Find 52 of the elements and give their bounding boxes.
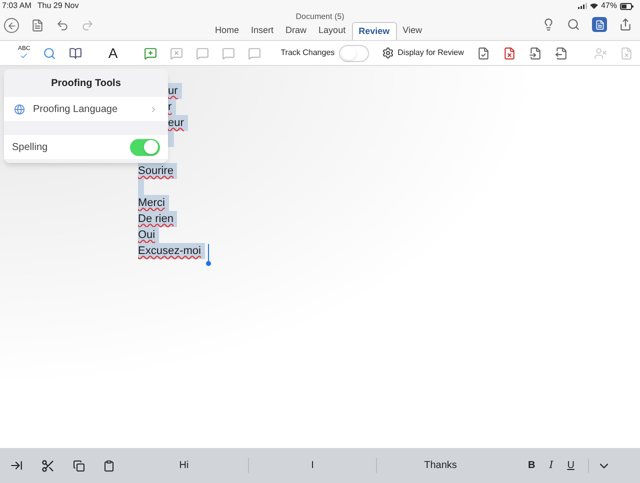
ribbon-tab[interactable]: Layout — [312, 22, 352, 40]
chevron-right-icon — [149, 104, 158, 114]
cut-icon[interactable] — [41, 458, 55, 472]
paste-icon[interactable] — [103, 460, 115, 472]
suggestion[interactable]: I — [311, 458, 314, 473]
ribbon-tab[interactable]: Insert — [245, 22, 280, 40]
display-for-review-button[interactable]: Display for Review — [398, 47, 464, 59]
lightbulb-icon[interactable] — [542, 18, 555, 31]
track-changes-toggle[interactable] — [338, 44, 369, 62]
battery-icon — [620, 2, 634, 10]
selection-handle[interactable] — [206, 244, 211, 266]
next-change-icon[interactable] — [554, 46, 568, 60]
document-view-button[interactable] — [592, 17, 607, 32]
read-aloud-icon[interactable]: A — [108, 42, 118, 64]
italic-button[interactable]: I — [549, 458, 554, 473]
document-page-icon — [594, 20, 604, 30]
search-icon[interactable] — [567, 18, 580, 31]
tab-key-icon[interactable] — [10, 459, 23, 472]
signal-icon — [578, 3, 587, 9]
bold-button[interactable]: B — [528, 458, 536, 473]
reject-change-icon[interactable] — [502, 46, 516, 60]
suggestion[interactable]: Hi — [179, 458, 189, 473]
undo-icon[interactable] — [56, 19, 69, 32]
ribbon-tab[interactable]: Review — [352, 22, 397, 40]
battery-percent: 47% — [600, 0, 617, 12]
ribbon-tab[interactable]: Home — [209, 22, 246, 40]
file-icon[interactable] — [31, 19, 44, 32]
underline-button[interactable]: U — [567, 458, 574, 473]
smart-lookup-icon[interactable] — [43, 46, 56, 60]
wifi-icon — [590, 3, 598, 9]
previous-change-icon[interactable] — [528, 46, 542, 60]
status-time: 7:03 AM — [2, 0, 32, 12]
blank-line-highlight — [138, 179, 144, 195]
status-date: Thu 29 Nov — [37, 0, 79, 12]
share-icon[interactable] — [619, 18, 632, 31]
blank-line-highlight — [168, 131, 174, 147]
spelling-label: Spelling — [12, 140, 48, 154]
back-arrow-icon — [6, 20, 16, 30]
accept-change-icon[interactable] — [476, 46, 490, 60]
ribbon-tab[interactable]: View — [396, 22, 428, 40]
settings-icon[interactable] — [382, 47, 394, 59]
document-title: Document (5) — [296, 12, 344, 21]
ribbon-tab[interactable]: Draw — [280, 22, 313, 40]
popover-title: Proofing Tools — [51, 76, 121, 90]
track-changes-label: Track Changes — [280, 47, 335, 59]
globe-icon — [14, 104, 25, 114]
proofing-language-item[interactable]: Proofing Language — [4, 97, 168, 121]
back-button[interactable] — [4, 18, 19, 33]
spelling-toggle[interactable] — [130, 138, 160, 156]
copy-icon[interactable] — [73, 460, 85, 472]
suggestion[interactable]: Thanks — [424, 458, 457, 473]
new-comment-icon[interactable] — [144, 46, 157, 60]
